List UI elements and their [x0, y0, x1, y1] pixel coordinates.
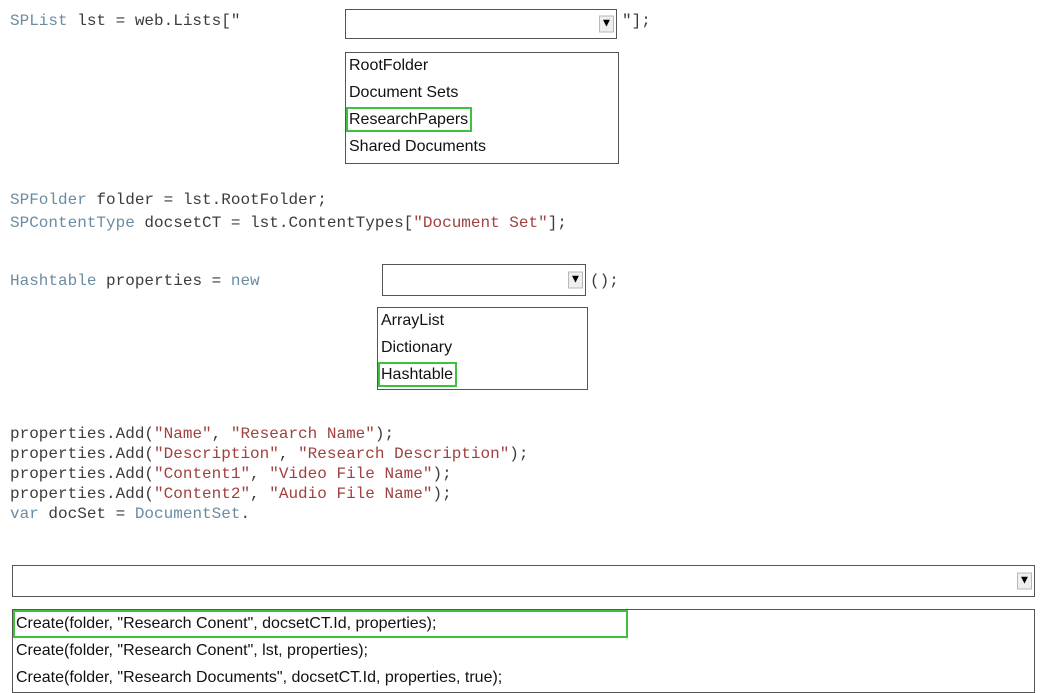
- list-name-dropdown[interactable]: ▼: [345, 9, 617, 39]
- code-text: properties.Add(: [10, 445, 155, 463]
- code-type: DocumentSet: [134, 505, 241, 523]
- code-type: SPContentType: [10, 214, 135, 232]
- code-type: SPList: [10, 12, 68, 30]
- code-text: ,: [278, 445, 299, 463]
- option-rootfolder[interactable]: RootFolder: [346, 53, 618, 80]
- code-line-hashtable-end: ();: [590, 272, 619, 290]
- code-string: "Content1": [154, 465, 251, 483]
- code-type: SPFolder: [10, 191, 87, 209]
- code-line-hashtable: Hashtable properties = new: [10, 271, 260, 291]
- code-text: properties.Add(: [10, 485, 155, 503]
- code-line-prop-content2: properties.Add("Content2", "Audio File N…: [10, 484, 452, 504]
- option-row: Hashtable: [378, 362, 587, 389]
- code-text: properties.Add(: [10, 465, 155, 483]
- option-row: ResearchPapers: [346, 107, 618, 134]
- list-name-options: RootFolder Document Sets ResearchPapers …: [345, 52, 619, 164]
- code-keyword: new: [230, 272, 260, 290]
- chevron-down-icon[interactable]: ▼: [599, 15, 614, 33]
- option-create-documents-docsetct[interactable]: Create(folder, "Research Documents", doc…: [13, 665, 1034, 692]
- code-line-prop-name: properties.Add("Name", "Research Name");: [10, 424, 394, 444]
- code-line-spfolder: SPFolder folder = lst.RootFolder;: [10, 190, 327, 210]
- code-text: ,: [250, 485, 270, 503]
- chevron-down-icon[interactable]: ▼: [568, 271, 583, 289]
- option-create-conent-docsetct[interactable]: Create(folder, "Research Conent", docset…: [13, 610, 628, 638]
- code-string: "Document Set": [413, 214, 548, 232]
- code-string: "Audio File Name": [269, 485, 433, 503]
- code-string: "Content2": [154, 485, 251, 503]
- option-create-conent-lst[interactable]: Create(folder, "Research Conent", lst, p…: [13, 638, 1034, 665]
- code-string: "Research Description": [298, 445, 510, 463]
- code-string: "Description": [154, 445, 279, 463]
- code-text: );: [374, 425, 395, 443]
- code-string: "Name": [154, 425, 212, 443]
- create-method-dropdown[interactable]: ▼: [12, 565, 1035, 597]
- code-text: );: [432, 465, 452, 483]
- code-string: "Video File Name": [269, 465, 433, 483]
- option-researchpapers[interactable]: ResearchPapers: [346, 107, 473, 132]
- code-text: properties.Add(: [10, 425, 155, 443]
- option-shared-documents[interactable]: Shared Documents: [346, 134, 618, 161]
- code-text: docsetCT = lst.ContentTypes[: [134, 214, 414, 232]
- collection-type-dropdown[interactable]: ▼: [382, 264, 586, 296]
- option-hashtable[interactable]: Hashtable: [378, 362, 458, 387]
- code-line-splist-end: "];: [622, 12, 651, 30]
- option-document-sets[interactable]: Document Sets: [346, 80, 618, 107]
- code-text: lst = web.Lists[": [67, 12, 241, 30]
- code-text: );: [432, 485, 452, 503]
- code-keyword: var: [10, 505, 39, 523]
- code-text: ];: [547, 214, 567, 232]
- code-line-var-docset: var docSet = DocumentSet.: [10, 504, 250, 524]
- code-text: folder = lst.RootFolder;: [86, 191, 327, 209]
- code-text: .: [240, 505, 251, 523]
- code-line-splist: SPList lst = web.Lists[": [10, 11, 240, 31]
- create-method-options: Create(folder, "Research Conent", docset…: [12, 609, 1035, 693]
- code-line-spcontenttype: SPContentType docsetCT = lst.ContentType…: [10, 213, 567, 233]
- code-text: properties =: [96, 272, 231, 290]
- code-text: );: [509, 445, 529, 463]
- code-line-prop-description: properties.Add("Description", "Research …: [10, 444, 529, 464]
- code-text: docSet =: [38, 505, 135, 523]
- code-text: ,: [211, 425, 231, 443]
- code-string: "Research Name": [230, 425, 375, 443]
- option-arraylist[interactable]: ArrayList: [378, 308, 587, 335]
- code-type: Hashtable: [10, 272, 97, 290]
- chevron-down-icon[interactable]: ▼: [1017, 572, 1032, 590]
- code-text: ,: [250, 465, 270, 483]
- option-dictionary[interactable]: Dictionary: [378, 335, 587, 362]
- code-line-prop-content1: properties.Add("Content1", "Video File N…: [10, 464, 452, 484]
- collection-type-options: ArrayList Dictionary Hashtable: [377, 307, 588, 390]
